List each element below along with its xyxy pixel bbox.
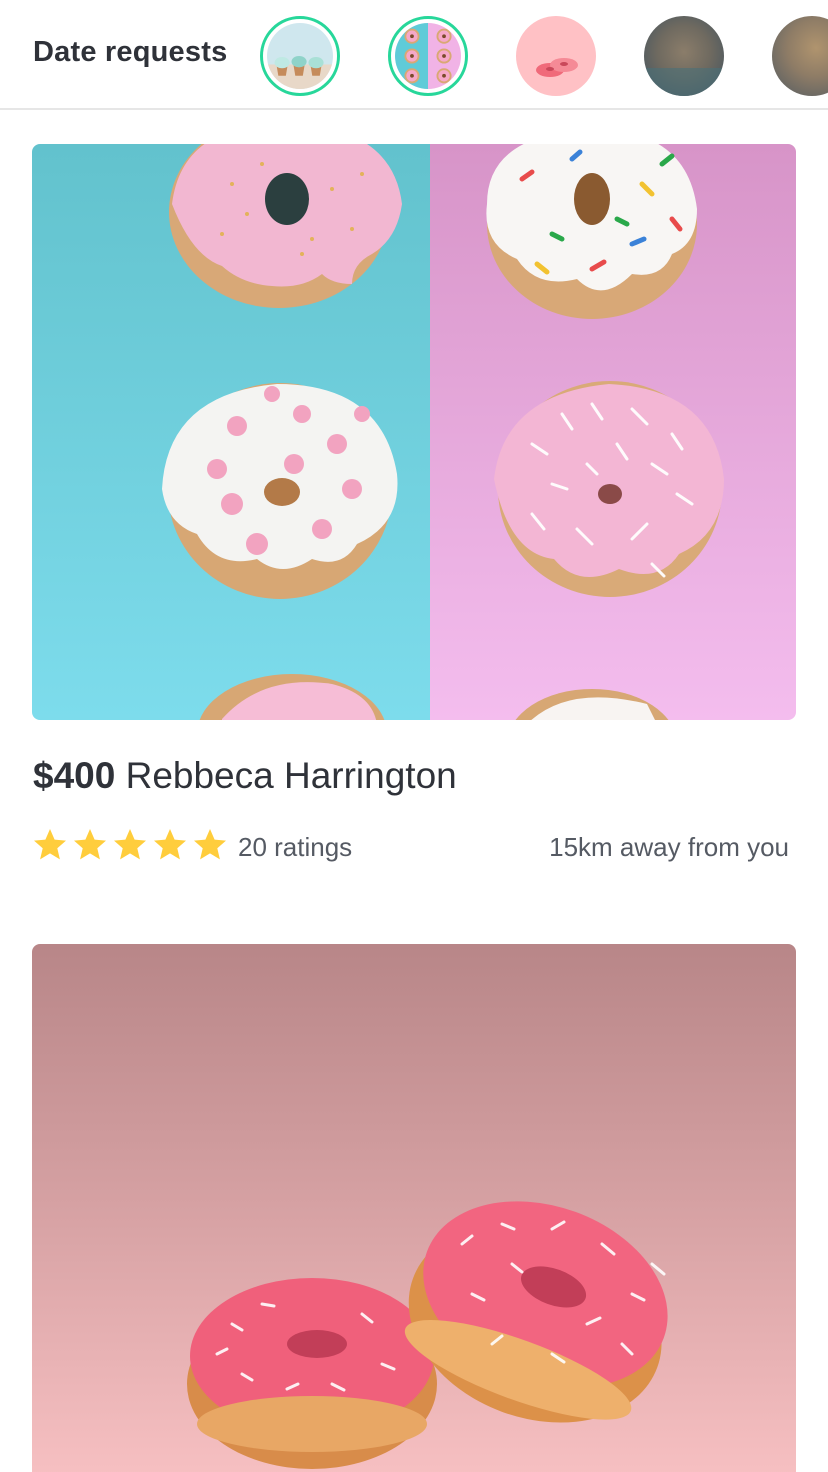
distance-label: 15km away from you (549, 832, 789, 862)
card-meta-row: 20 ratings 15km away from you (33, 826, 793, 866)
avatar-cupcakes[interactable] (260, 16, 340, 96)
star-icon (34, 829, 66, 860)
blurred-photo-2 (772, 16, 828, 96)
donut-grid-image (395, 23, 461, 89)
ratings-count: 20 ratings (238, 832, 353, 862)
person-name: Rebbeca Harrington (125, 755, 457, 796)
price-label: $400 (33, 755, 116, 796)
avatar-blurred-partial[interactable] (772, 16, 828, 96)
date-requests-header: Date requests (0, 0, 828, 110)
pink-donuts-image (516, 16, 596, 96)
page-title: Date requests (33, 36, 228, 68)
donuts-split-background-image (32, 144, 796, 720)
star-icon (194, 829, 226, 860)
card-photo-donuts[interactable] (32, 144, 796, 720)
avatar-donut-grid[interactable] (388, 16, 468, 96)
avatar-blurred[interactable] (644, 16, 724, 96)
date-requests-screen: Date requests $400 Rebbeca Harrington 20… (0, 0, 828, 1472)
card-title[interactable]: $400 Rebbeca Harrington (33, 755, 457, 797)
blurred-photo (644, 16, 724, 96)
avatar-pink-donuts[interactable] (516, 16, 596, 96)
cupcakes-image (267, 23, 333, 89)
card-photo-pink-donuts[interactable] (32, 944, 796, 1472)
star-icon (154, 829, 186, 860)
star-icon (74, 829, 106, 860)
pink-donuts-image (32, 944, 796, 1472)
star-icon (114, 829, 146, 860)
